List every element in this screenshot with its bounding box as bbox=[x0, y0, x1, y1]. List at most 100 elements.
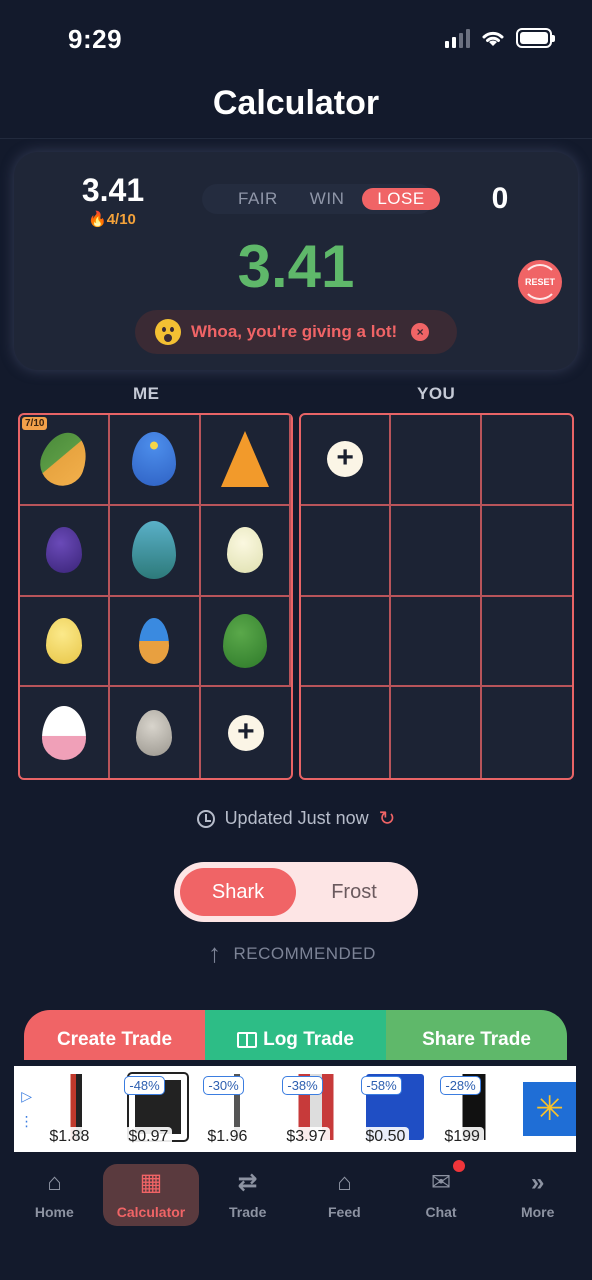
ad-price: $3.97 bbox=[282, 1127, 331, 1147]
you-slot[interactable] bbox=[301, 596, 392, 688]
you-total-value: 0 bbox=[491, 182, 509, 215]
clock-icon bbox=[196, 809, 215, 828]
last-updated: Updated Just now ↻ bbox=[0, 806, 592, 831]
me-slot[interactable] bbox=[200, 596, 291, 688]
you-slot[interactable] bbox=[391, 415, 482, 506]
me-slot[interactable] bbox=[20, 596, 111, 688]
bottom-nav: ⌂ Home ▦ Calculator ⇄ Trade ⌂ Feed ✉ Cha… bbox=[0, 1156, 592, 1280]
verdict-fair: FAIR bbox=[238, 189, 278, 208]
battery-icon bbox=[516, 28, 555, 48]
paw-cone-pet bbox=[220, 431, 269, 488]
ad-product[interactable]: -58% $0.50 bbox=[355, 1068, 434, 1150]
fire-icon: 🔥 bbox=[88, 211, 107, 228]
wifi-icon bbox=[482, 31, 504, 46]
status-icons bbox=[445, 28, 555, 48]
status-time: 9:29 bbox=[68, 24, 123, 54]
toggle-frost[interactable]: Frost bbox=[296, 868, 412, 916]
close-icon[interactable]: × bbox=[411, 323, 430, 341]
page-title: Calculator bbox=[212, 84, 380, 122]
teal-scale-egg bbox=[132, 521, 177, 580]
you-slot[interactable] bbox=[481, 415, 572, 506]
me-slot[interactable] bbox=[110, 415, 201, 506]
home-icon: ⌂ bbox=[47, 1169, 62, 1196]
ad-discount: -30% bbox=[203, 1076, 244, 1095]
toggle-shark[interactable]: Shark bbox=[180, 868, 296, 916]
ad-price: $0.50 bbox=[361, 1127, 410, 1147]
warning-banner: Whoa, you're giving a lot! × bbox=[135, 310, 457, 354]
double-chevron-icon: » bbox=[531, 1169, 545, 1196]
me-slot[interactable] bbox=[110, 687, 201, 778]
ad-price: $1.88 bbox=[45, 1127, 94, 1147]
you-slot[interactable] bbox=[481, 506, 572, 597]
grey-egg bbox=[136, 709, 173, 756]
me-item-count: 🔥4/10 bbox=[88, 211, 136, 228]
ad-discount: -28% bbox=[440, 1076, 481, 1095]
you-slot[interactable] bbox=[482, 687, 572, 778]
orange-green-egg bbox=[34, 426, 95, 493]
you-slot[interactable] bbox=[301, 505, 392, 597]
cactus-egg bbox=[222, 613, 267, 668]
me-add-slot[interactable]: + bbox=[201, 687, 291, 778]
me-slot[interactable] bbox=[20, 505, 111, 597]
nav-home[interactable]: ⌂ Home bbox=[6, 1156, 103, 1226]
ad-product[interactable]: -30% $1.96 bbox=[197, 1068, 276, 1150]
warning-text: Whoa, you're giving a lot! bbox=[191, 322, 398, 341]
you-slot[interactable] bbox=[481, 597, 572, 688]
ad-price: $0.97 bbox=[124, 1127, 173, 1147]
you-slot[interactable] bbox=[301, 687, 392, 778]
reset-button[interactable]: RESET bbox=[518, 260, 562, 304]
ad-product[interactable]: -28% $199 bbox=[434, 1068, 513, 1150]
recommended-hint: ↑ RECOMMENDED bbox=[208, 938, 376, 968]
purple-egg bbox=[46, 527, 83, 574]
feed-house-icon: ⌂ bbox=[337, 1169, 352, 1196]
handshake-icon: ⇄ bbox=[237, 1169, 258, 1196]
add-item-button[interactable]: + bbox=[227, 714, 264, 751]
nav-chat[interactable]: ✉ Chat bbox=[393, 1156, 490, 1226]
ad-product[interactable]: -48% $0.97 bbox=[118, 1068, 197, 1150]
ad-product[interactable]: $1.88 bbox=[39, 1068, 118, 1150]
me-slot[interactable] bbox=[20, 687, 111, 778]
refresh-icon[interactable]: ↻ bbox=[379, 806, 396, 831]
flower-egg bbox=[42, 705, 87, 760]
you-label: YOU bbox=[417, 384, 456, 403]
nav-trade[interactable]: ⇄ Trade bbox=[199, 1156, 296, 1226]
ad-price: $1.96 bbox=[203, 1127, 252, 1147]
signal-icon bbox=[445, 28, 470, 48]
ad-banner[interactable]: ▷ ⋮ $1.88 -48% $0.97 -30% $1.96 -38% $3.9… bbox=[14, 1066, 577, 1152]
trade-summary-card: 3.41 🔥4/10 FAIR WIN LOSE 0 3.41 RESET Wh… bbox=[14, 152, 578, 370]
status-bar: 9:29 bbox=[0, 0, 592, 80]
value-difference: 3.41 bbox=[237, 233, 355, 300]
me-slot[interactable]: 7/10 bbox=[20, 415, 111, 506]
you-slot[interactable] bbox=[391, 505, 482, 597]
you-item-grid: + bbox=[299, 413, 574, 780]
create-trade-button[interactable]: Create Trade bbox=[24, 1010, 205, 1060]
nav-feed[interactable]: ⌂ Feed bbox=[296, 1156, 393, 1226]
value-source-toggle: Shark Frost bbox=[174, 862, 418, 922]
rocket-egg bbox=[139, 617, 170, 664]
ad-discount: -38% bbox=[282, 1076, 323, 1095]
calculator-icon: ▦ bbox=[139, 1169, 163, 1196]
me-slot[interactable] bbox=[200, 505, 291, 597]
share-trade-button[interactable]: Share Trade bbox=[386, 1010, 567, 1060]
me-slot[interactable] bbox=[200, 415, 291, 506]
you-slot[interactable] bbox=[391, 687, 482, 778]
log-trade-button[interactable]: Log Trade bbox=[205, 1010, 386, 1060]
me-item-grid: 7/10 + bbox=[18, 413, 293, 780]
ad-discount: -48% bbox=[124, 1076, 165, 1095]
ad-price: $199 bbox=[440, 1127, 484, 1147]
add-item-button[interactable]: + bbox=[327, 441, 364, 478]
divider bbox=[0, 138, 592, 139]
me-label: ME bbox=[133, 384, 160, 403]
book-icon bbox=[237, 1032, 258, 1048]
shocked-face-icon bbox=[155, 319, 181, 345]
ad-info-icon[interactable]: ▷ ⋮ bbox=[14, 1088, 39, 1130]
ad-product[interactable]: -38% $3.97 bbox=[276, 1068, 355, 1150]
you-add-slot[interactable]: + bbox=[301, 415, 392, 506]
nav-more[interactable]: » More bbox=[489, 1156, 586, 1226]
yellow-spotted-egg bbox=[46, 617, 83, 664]
you-slot[interactable] bbox=[391, 596, 482, 688]
nav-calculator[interactable]: ▦ Calculator bbox=[102, 1164, 200, 1226]
verdict-win: WIN bbox=[309, 189, 345, 208]
me-slot[interactable] bbox=[110, 505, 201, 597]
me-slot[interactable] bbox=[110, 596, 201, 688]
